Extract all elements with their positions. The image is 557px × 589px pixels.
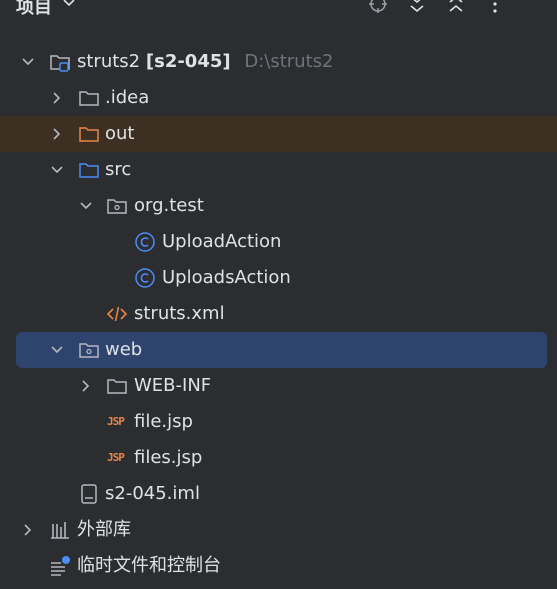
web-folder-icon bbox=[79, 343, 99, 358]
tree-item-out[interactable]: out bbox=[0, 116, 557, 152]
xml-file-icon bbox=[106, 306, 128, 322]
chevron-right-icon[interactable] bbox=[49, 126, 65, 142]
tree-item-class[interactable]: UploadAction bbox=[0, 224, 557, 260]
tree-item-label: 外部库 bbox=[77, 519, 131, 540]
tree-item-idea[interactable]: .idea bbox=[0, 80, 557, 116]
excluded-folder-icon bbox=[79, 127, 99, 142]
tree-item-web-inf[interactable]: WEB-INF bbox=[0, 368, 557, 404]
folder-icon bbox=[107, 379, 127, 394]
chevron-down-icon[interactable] bbox=[49, 342, 65, 358]
tree-item-label: s2-045.iml bbox=[105, 483, 200, 504]
chevron-right-icon[interactable] bbox=[20, 522, 36, 538]
package-icon bbox=[107, 199, 127, 214]
jsp-file-icon: JSP bbox=[107, 415, 125, 428]
project-panel-header: 项目 bbox=[0, 0, 557, 22]
tree-item-package[interactable]: org.test bbox=[0, 188, 557, 224]
expand-all-icon[interactable] bbox=[407, 0, 427, 14]
tree-item-class[interactable]: UploadsAction bbox=[0, 260, 557, 296]
java-class-icon bbox=[135, 232, 155, 252]
tree-item-jsp[interactable]: JSP files.jsp bbox=[0, 440, 557, 476]
tree-item-label: struts.xml bbox=[134, 303, 225, 324]
tree-item-root[interactable]: struts2 [s2-045] D:\struts2 bbox=[0, 44, 557, 80]
project-panel: 项目 struts2 [s2-045] D:\struts2 .idea out… bbox=[0, 0, 557, 589]
chevron-down-icon[interactable] bbox=[49, 162, 65, 178]
module-folder-icon bbox=[50, 55, 70, 72]
locate-file-icon[interactable] bbox=[368, 0, 388, 14]
tree-item-label: WEB-INF bbox=[134, 375, 212, 396]
root-project-name: struts2 bbox=[77, 51, 141, 72]
jsp-file-icon: JSP bbox=[107, 451, 125, 464]
collapse-all-icon[interactable] bbox=[446, 0, 466, 14]
library-icon bbox=[51, 522, 69, 539]
tree-item-external-libraries[interactable]: 外部库 bbox=[0, 512, 557, 548]
tree-item-label: out bbox=[105, 123, 135, 144]
tree-item-web[interactable]: web bbox=[0, 332, 557, 368]
tree-item-label: 临时文件和控制台 bbox=[77, 555, 221, 576]
tree-item-label: src bbox=[105, 159, 132, 180]
chevron-down-icon[interactable] bbox=[20, 54, 36, 70]
tree-item-scratches[interactable]: 临时文件和控制台 bbox=[0, 548, 557, 584]
chevron-down-icon[interactable] bbox=[62, 0, 76, 10]
chevron-right-icon[interactable] bbox=[78, 378, 94, 394]
root-module-name: [s2-045] bbox=[145, 51, 231, 72]
tree-item-label: files.jsp bbox=[134, 447, 203, 468]
project-tree: struts2 [s2-045] D:\struts2 .idea out sr… bbox=[0, 44, 557, 584]
module-file-icon bbox=[81, 484, 97, 504]
tree-item-label: .idea bbox=[105, 87, 150, 108]
tree-item-label: UploadAction bbox=[162, 231, 282, 252]
tree-item-src[interactable]: src bbox=[0, 152, 557, 188]
more-options-icon[interactable] bbox=[485, 0, 505, 14]
tree-item-label: UploadsAction bbox=[162, 267, 291, 288]
root-project-path: D:\struts2 bbox=[244, 51, 334, 72]
tree-item-label: file.jsp bbox=[134, 411, 193, 432]
hide-panel-icon[interactable] bbox=[524, 0, 544, 14]
folder-icon bbox=[79, 91, 99, 106]
source-folder-icon bbox=[79, 163, 99, 178]
tree-item-xml[interactable]: struts.xml bbox=[0, 296, 557, 332]
tree-item-jsp[interactable]: JSP file.jsp bbox=[0, 404, 557, 440]
chevron-right-icon[interactable] bbox=[49, 90, 65, 106]
scratches-icon bbox=[51, 556, 70, 576]
tree-item-label: web bbox=[105, 339, 143, 360]
chevron-down-icon[interactable] bbox=[78, 198, 94, 214]
tree-item-label: org.test bbox=[134, 195, 204, 216]
tree-item-iml[interactable]: s2-045.iml bbox=[0, 476, 557, 512]
java-class-icon bbox=[135, 268, 155, 288]
project-view-title[interactable]: 项目 bbox=[16, 0, 52, 19]
